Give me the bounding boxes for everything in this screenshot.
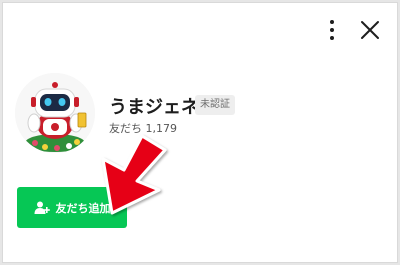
close-button[interactable] <box>358 18 382 42</box>
verification-badge: 未認証 <box>195 95 235 115</box>
profile-name: うまジェネ <box>109 97 199 118</box>
add-friend-button[interactable]: 友だち追加 <box>17 187 127 228</box>
close-icon <box>361 21 379 39</box>
add-friend-label: 友だち追加 <box>55 201 111 215</box>
avatar[interactable] <box>15 73 95 153</box>
more-options-button[interactable] <box>320 17 344 43</box>
robot-mascot-avatar-image <box>15 73 95 153</box>
person-add-icon <box>34 200 50 216</box>
more-vertical-icon <box>330 20 334 40</box>
friends-count: 友だち 1,179 <box>109 122 177 135</box>
